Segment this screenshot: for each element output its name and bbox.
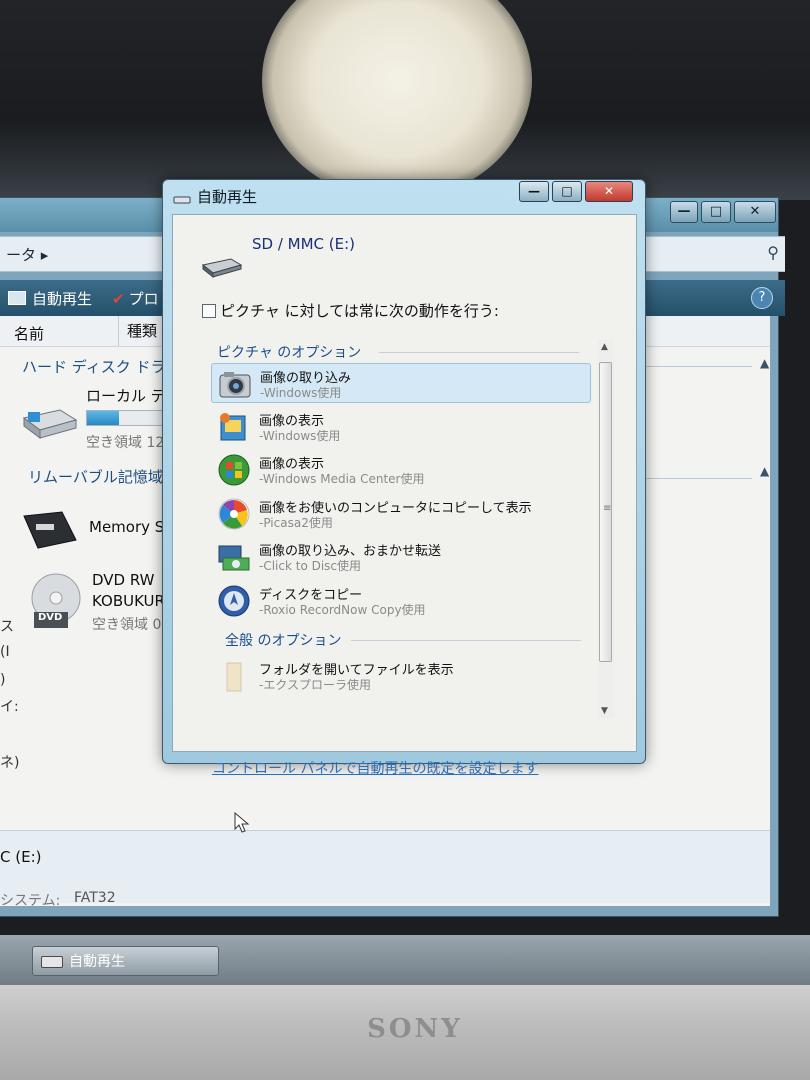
dialog-close-button[interactable]: ✕ — [585, 181, 633, 202]
dialog-maximize-button[interactable]: □ — [552, 181, 582, 202]
option-subtitle: -Windows Media Center使用 — [259, 472, 425, 486]
group-hard-disk[interactable]: ハード ディスク ドラ — [22, 356, 166, 377]
always-do-row[interactable]: ピクチャ に対しては常に次の動作を行う: — [202, 300, 499, 321]
details-filesystem-value: FAT32 — [74, 890, 116, 906]
photo-gallery-icon — [217, 410, 251, 444]
drive-icon — [41, 956, 63, 968]
explorer-close-button[interactable]: ✕ — [734, 201, 776, 223]
taskbar-autoplay-label: 自動再生 — [69, 954, 125, 970]
windows-media-center-icon — [217, 453, 251, 487]
group-divider — [640, 366, 752, 367]
dialog-title: 自動再生 — [197, 188, 258, 206]
section-divider — [351, 640, 581, 641]
option-subtitle: -Roxio RecordNow Copy使用 — [259, 603, 426, 617]
options-list: ピクチャ のオプション 画像の取り込み -Windows使用 画像の表示 -Wi… — [203, 340, 623, 718]
toolbar-properties-button[interactable]: ✔ プロ — [112, 288, 159, 309]
chevron-up-icon[interactable]: ▲ — [760, 464, 769, 478]
explorer-minimize-button[interactable]: — — [670, 201, 698, 223]
roxio-disc-icon — [217, 584, 251, 618]
column-type-header[interactable]: 種類 — [118, 316, 157, 346]
control-panel-link[interactable]: コントロール パネルで自動再生の既定を設定します — [212, 758, 538, 778]
address-breadcrumb: ータ ▸ — [6, 246, 49, 264]
dvd-badge: DVD — [38, 612, 63, 623]
scroll-up-icon[interactable]: ▲ — [601, 342, 608, 352]
chevron-up-icon[interactable]: ▲ — [760, 356, 769, 370]
memory-stick-label[interactable]: Memory St — [89, 518, 170, 536]
options-scrollbar[interactable]: ▲ ≡ ▼ — [598, 340, 614, 718]
nav-fragment: (I — [0, 644, 10, 660]
toolbar-autoplay-button[interactable]: 自動再生 — [8, 288, 92, 309]
group-removable[interactable]: リムーバブル記憶域 — [28, 466, 163, 487]
checkmark-icon: ✔ — [112, 290, 125, 308]
hard-drive-icon — [20, 404, 78, 446]
section-divider — [379, 352, 579, 353]
memory-stick-icon — [22, 510, 78, 554]
option-subtitle: -Windows使用 — [259, 429, 341, 443]
option-copy-disc-roxio[interactable]: ディスクをコピー -Roxio RecordNow Copy使用 — [211, 581, 591, 621]
option-subtitle: -Picasa2使用 — [259, 516, 333, 530]
option-click-to-disc[interactable]: 画像の取り込み、おまかせ転送 -Click to Disc使用 — [211, 537, 591, 577]
option-import-pictures[interactable]: 画像の取り込み -Windows使用 — [211, 363, 591, 403]
details-drive-name: C (E:) — [0, 848, 42, 866]
nav-fragment: ) — [0, 672, 6, 688]
option-subtitle: -Click to Disc使用 — [259, 559, 362, 573]
autoplay-icon — [8, 291, 26, 305]
option-subtitle: -エクスプローラ使用 — [259, 678, 371, 692]
scroll-thumb[interactable]: ≡ — [599, 362, 612, 662]
local-disk-free-space: 空き領域 12 — [86, 435, 165, 451]
picasa-icon — [217, 497, 251, 531]
sd-card-drive-icon — [201, 255, 243, 283]
help-icon[interactable]: ? — [751, 287, 773, 309]
drive-icon — [173, 190, 191, 209]
nav-fragment: ス — [0, 619, 14, 635]
nav-fragment: ネ) — [0, 755, 20, 771]
dialog-content: SD / MMC (E:) ピクチャ に対しては常に次の動作を行う: ピクチャ … — [172, 214, 637, 777]
disk-usage-bar — [86, 410, 168, 426]
taskbar: 自動再生 — [0, 935, 810, 987]
click-to-disc-icon — [217, 540, 251, 574]
general-options-heading: 全般 のオプション — [225, 633, 342, 649]
autoplay-dialog: 自動再生 — □ ✕ SD / MMC (E:) ピクチャ に対しては常に次の動… — [162, 179, 646, 777]
dvd-drive-icon: DVD — [26, 572, 86, 636]
option-view-pictures-windows[interactable]: 画像の表示 -Windows使用 — [211, 407, 591, 447]
brand-logo: SONY — [367, 1014, 463, 1044]
picture-options-heading: ピクチャ のオプション — [217, 345, 362, 361]
mouse-cursor-icon — [234, 811, 250, 838]
scroll-grip-icon: ≡ — [603, 503, 612, 514]
camera-icon — [218, 367, 252, 401]
taskbar-autoplay-button[interactable]: 自動再生 — [32, 946, 219, 976]
search-icon[interactable]: ⚲ — [767, 243, 779, 262]
details-pane: C (E:) システム: FAT32 — [0, 830, 770, 909]
always-do-checkbox[interactable] — [202, 304, 216, 318]
scroll-down-icon[interactable]: ▼ — [601, 706, 608, 716]
group-divider — [640, 478, 752, 479]
option-open-folder[interactable]: フォルダを開いてファイルを表示 -エクスプローラ使用 — [211, 656, 591, 696]
dvd-free-space: 空き領域 0 — [92, 617, 162, 633]
option-view-pictures-media-center[interactable]: 画像の表示 -Windows Media Center使用 — [211, 450, 591, 490]
always-do-label: ピクチャ に対しては常に次の動作を行う: — [220, 302, 499, 320]
local-disk-label[interactable]: ローカル デ — [86, 385, 166, 406]
device-name: SD / MMC (E:) — [252, 235, 356, 253]
option-copy-picasa[interactable]: 画像をお使いのコンピュータにコピーして表示 -Picasa2使用 — [211, 494, 591, 534]
nav-fragment: イ: — [0, 699, 19, 715]
explorer-maximize-button[interactable]: □ — [701, 201, 731, 223]
option-subtitle: -Windows使用 — [260, 386, 342, 400]
folder-icon — [217, 659, 251, 693]
column-name-header[interactable]: 名前 — [14, 323, 44, 344]
details-filesystem-label: システム: — [0, 893, 61, 909]
dialog-minimize-button[interactable]: — — [519, 181, 549, 202]
